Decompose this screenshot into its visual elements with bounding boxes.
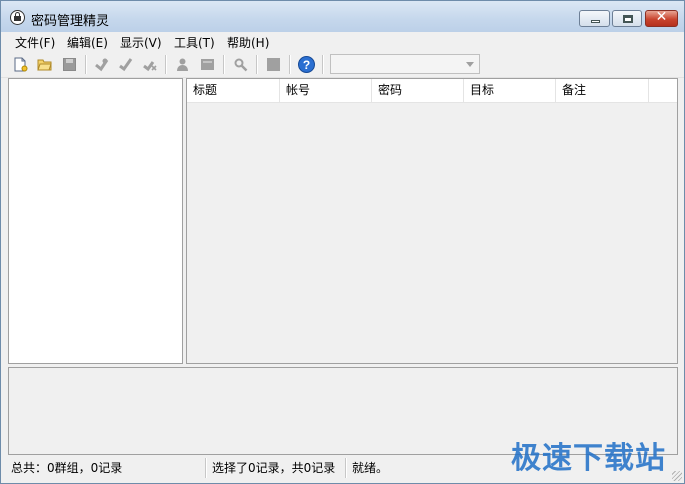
menu-bar: 文件(F) 编辑(E) 显示(V) 工具(T) 帮助(H): [1, 32, 684, 51]
window-title: 密码管理精灵: [31, 14, 110, 29]
edit-record-icon[interactable]: [118, 57, 133, 72]
save-icon[interactable]: [62, 57, 77, 72]
open-folder-icon[interactable]: [37, 57, 52, 72]
menu-file[interactable]: 文件(F): [15, 34, 55, 51]
add-record-icon[interactable]: [94, 57, 109, 72]
filter-combobox[interactable]: [330, 54, 480, 74]
stop-icon[interactable]: [266, 57, 281, 72]
toolbar-separator: [322, 55, 324, 74]
menu-edit[interactable]: 编辑(E): [67, 34, 108, 51]
maximize-icon: [623, 15, 633, 23]
status-selection: 选择了0记录，共0记录: [212, 461, 336, 475]
resize-grip[interactable]: [672, 471, 682, 481]
app-window: 密码管理精灵 ✕ 文件(F) 编辑(E) 显示(V) 工具(T) 帮助(H) ?…: [0, 0, 685, 484]
menu-tools[interactable]: 工具(T): [174, 34, 215, 51]
delete-record-icon[interactable]: [142, 57, 157, 72]
close-button[interactable]: ✕: [645, 9, 678, 27]
minimize-icon: [591, 20, 600, 23]
new-file-icon[interactable]: [13, 57, 28, 72]
record-list-panel[interactable]: 标题 帐号 密码 目标 备注: [186, 78, 678, 364]
toolbar-separator: [223, 55, 225, 74]
minimize-button[interactable]: [579, 10, 610, 27]
chevron-down-icon[interactable]: [466, 62, 474, 67]
column-header-target[interactable]: 目标: [464, 79, 556, 102]
watermark-logo: 极速下载站: [511, 441, 666, 476]
toolbar-separator: [165, 55, 167, 74]
status-state: 就绪。: [352, 461, 389, 475]
column-header-password[interactable]: 密码: [372, 79, 464, 102]
menu-help[interactable]: 帮助(H): [227, 34, 269, 51]
toolbar-separator: [256, 55, 258, 74]
toolbar-separator: [85, 55, 87, 74]
toolbar-separator: [289, 55, 291, 74]
status-summary: 总共：0群组，0记录: [11, 461, 123, 475]
close-icon: ✕: [655, 9, 668, 25]
status-separator: [345, 458, 347, 478]
search-icon[interactable]: [233, 57, 248, 72]
group-tree-panel[interactable]: [8, 78, 183, 364]
user-icon[interactable]: [175, 57, 190, 72]
title-bar[interactable]: 密码管理精灵 ✕: [1, 1, 684, 32]
column-header-notes[interactable]: 备注: [556, 79, 649, 102]
svg-text:?: ?: [303, 58, 310, 72]
group-icon[interactable]: [200, 57, 215, 72]
maximize-button[interactable]: [612, 10, 642, 27]
help-icon[interactable]: ?: [298, 56, 315, 73]
table-header: 标题 帐号 密码 目标 备注: [187, 79, 677, 103]
menu-view[interactable]: 显示(V): [120, 34, 162, 51]
column-header-account[interactable]: 帐号: [280, 79, 372, 102]
column-header-title[interactable]: 标题: [187, 79, 280, 102]
lock-icon: [10, 10, 25, 25]
status-separator: [205, 458, 207, 478]
